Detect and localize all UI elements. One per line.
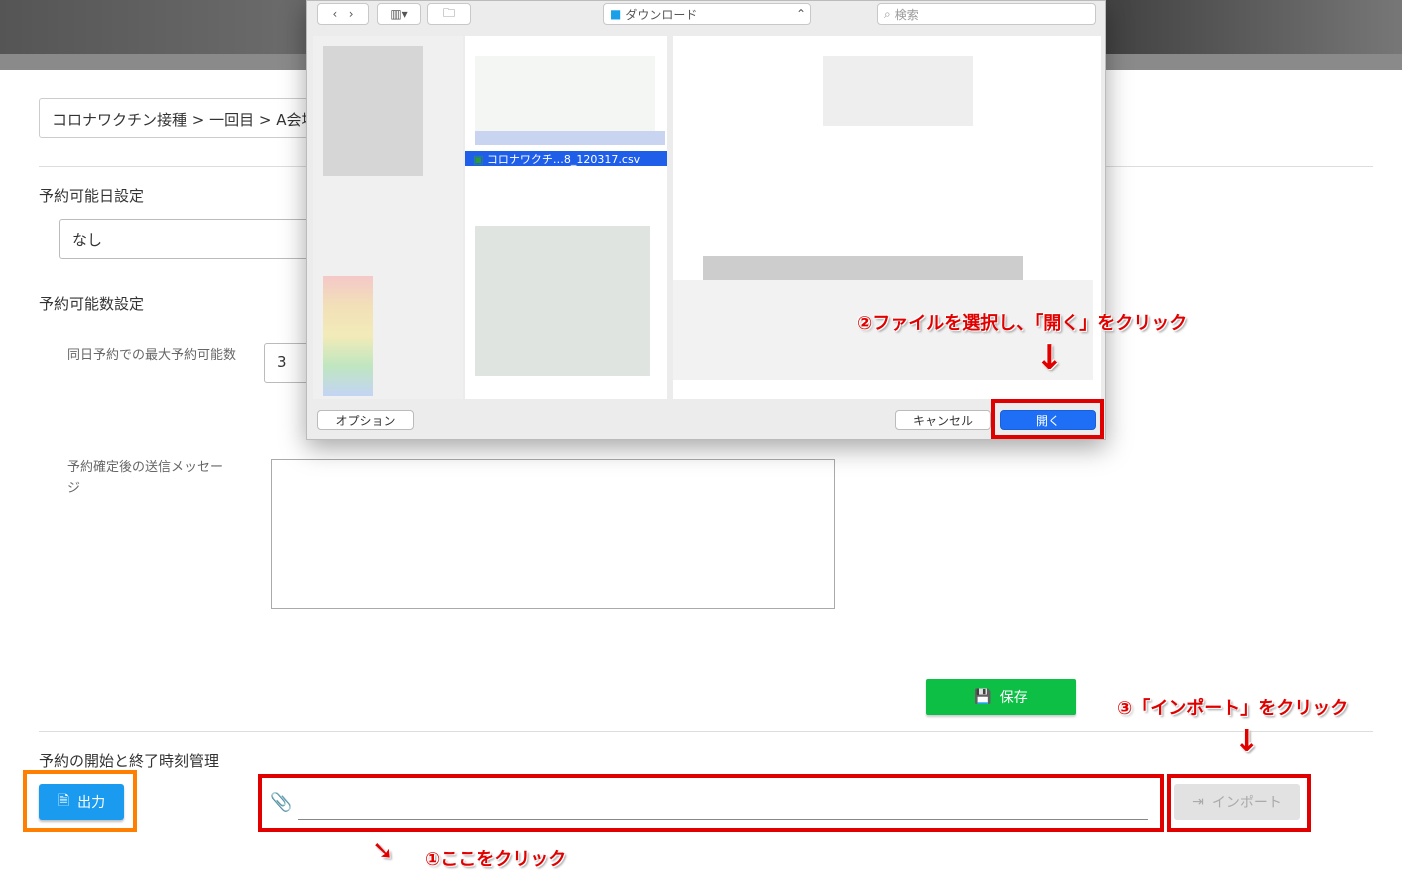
message-label: 予約確定後の送信メッセージ: [67, 460, 224, 496]
paperclip-icon: 📎: [270, 792, 293, 813]
back-forward-buttons[interactable]: ‹ ›: [317, 3, 369, 25]
file-export-icon: 🗎: [57, 793, 70, 809]
breadcrumb: コロナワクチン接種 > 一回目 > A会場: [39, 98, 339, 138]
section-title: 予約可能数設定: [39, 295, 145, 313]
location-select[interactable]: ■ ダウンロード ⌃: [603, 3, 811, 25]
csv-file-icon: ▣: [473, 153, 484, 166]
save-icon: 💾: [974, 689, 992, 705]
open-highlight: [991, 399, 1104, 439]
import-button[interactable]: ⇥ インポート: [1174, 784, 1300, 820]
sidebar: [313, 36, 463, 399]
file-open-dialog: ‹ › ▥▾ 🗀 ■ ダウンロード ⌃ ⌕ 検索 ▣ コロナワクチ…8_120317.…: [306, 0, 1106, 440]
annotation-step3: ③「インポート」をクリック: [1117, 698, 1349, 719]
section-title: 予約の開始と終了時刻管理: [39, 752, 220, 770]
file-column: ▣ コロナワクチ…8_120317.csv: [465, 36, 667, 399]
arrow-down-icon: ↓: [1035, 338, 1064, 378]
save-button[interactable]: 💾 保存: [926, 679, 1076, 715]
annotation-step2: ②ファイルを選択し、「開く」をクリック: [857, 313, 1188, 334]
section-title: 予約可能日設定: [39, 187, 145, 205]
folder-icon: ■: [610, 7, 622, 21]
max-reservations-label: 同日予約での最大予約可能数: [67, 348, 237, 363]
file-input[interactable]: 📎: [264, 780, 1160, 826]
annotation-step1: ①ここをクリック: [425, 849, 567, 870]
message-textarea[interactable]: [271, 459, 835, 609]
search-input[interactable]: ⌕ 検索: [877, 3, 1096, 25]
export-button[interactable]: 🗎 出力: [39, 784, 124, 820]
reservable-date-select[interactable]: なし: [59, 219, 319, 259]
arrow-down-icon: ↓: [1234, 724, 1260, 759]
options-button[interactable]: オプション: [317, 410, 414, 430]
view-mode-button[interactable]: ▥▾: [377, 3, 421, 25]
divider: [39, 731, 1373, 732]
selected-file[interactable]: ▣ コロナワクチ…8_120317.csv: [465, 151, 667, 166]
arrow-left-icon: ➘: [372, 836, 394, 866]
search-icon: ⌕: [884, 6, 891, 21]
cancel-button[interactable]: キャンセル: [895, 410, 991, 430]
new-folder-button[interactable]: 🗀: [427, 3, 471, 25]
import-icon: ⇥: [1192, 794, 1204, 810]
